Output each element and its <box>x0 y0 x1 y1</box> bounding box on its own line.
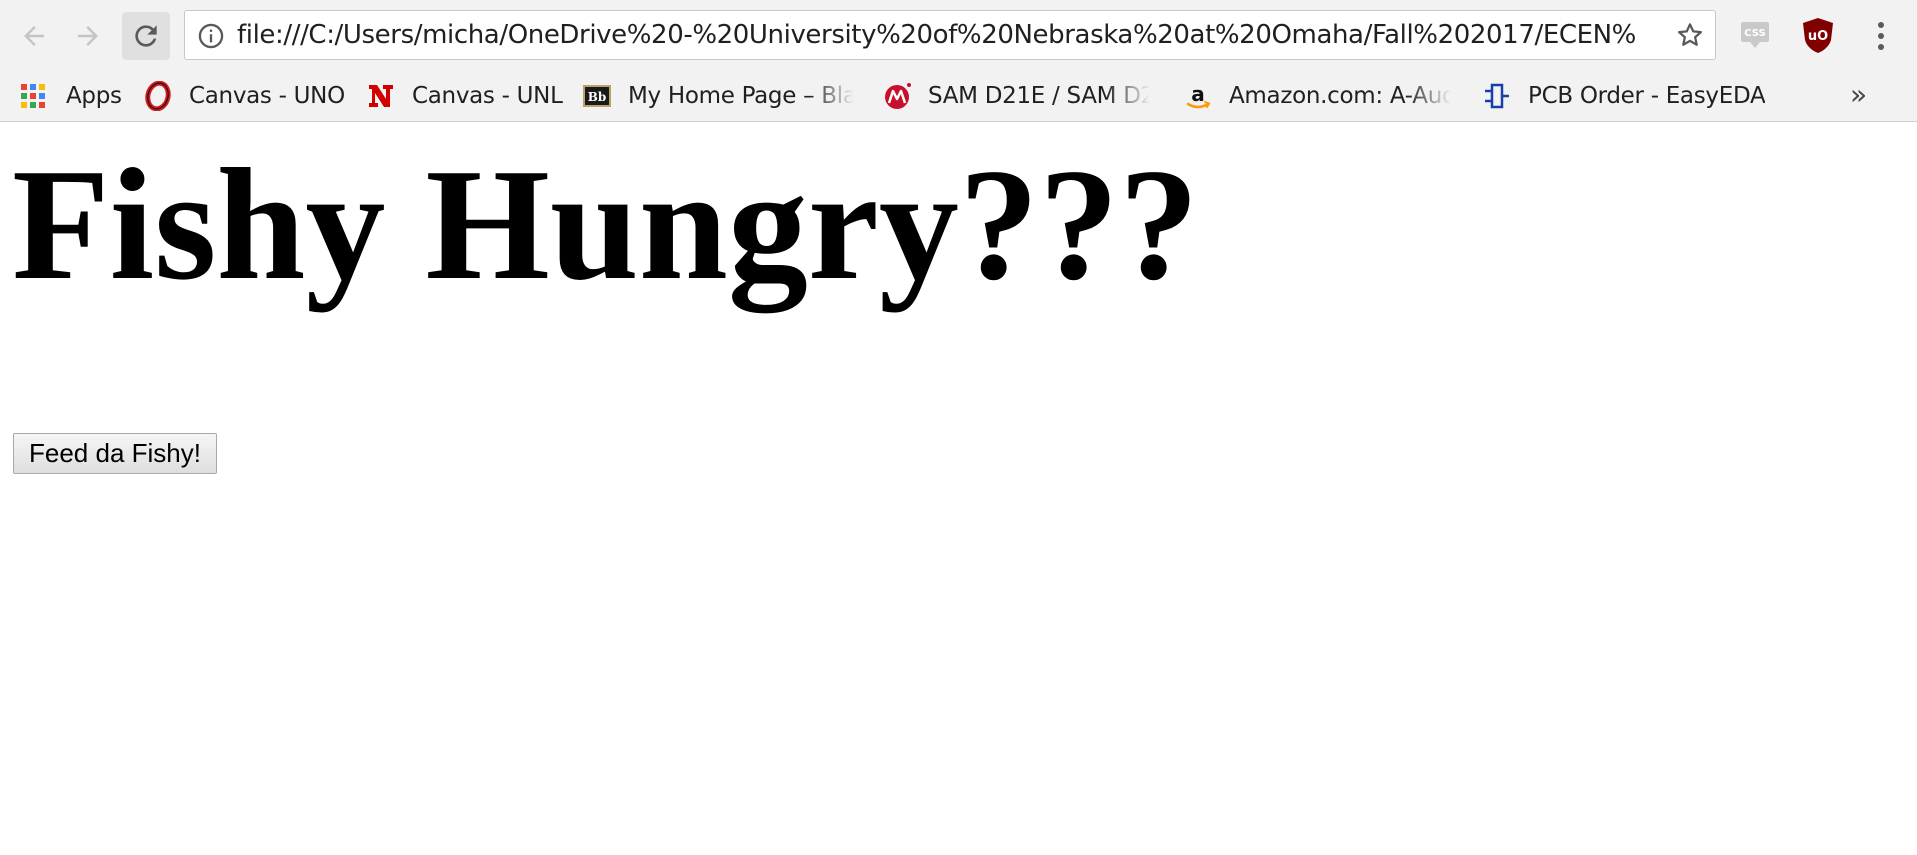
reload-button[interactable] <box>122 12 170 60</box>
uno-logo-icon <box>145 81 171 111</box>
blackboard-logo-icon: Bb <box>583 85 611 107</box>
page-content: Fishy Hungry??? Feed da Fishy! <box>0 122 1917 855</box>
browser-window: file:///C:/Users/micha/OneDrive%20-%20Un… <box>0 0 1917 855</box>
browser-toolbar: file:///C:/Users/micha/OneDrive%20-%20Un… <box>0 0 1917 72</box>
microchip-logo-icon <box>885 83 911 109</box>
three-dots-menu-icon[interactable] <box>1866 16 1896 56</box>
bookmark-amazon[interactable]: a Amazon.com: A-Audi <box>1183 72 1451 120</box>
address-bar[interactable]: file:///C:/Users/micha/OneDrive%20-%20Un… <box>184 10 1716 60</box>
css-extension-icon[interactable]: CSS <box>1738 18 1772 52</box>
feed-fishy-button[interactable]: Feed da Fishy! <box>13 433 217 474</box>
amazon-logo-icon: a <box>1186 82 1211 109</box>
bookmark-label: SAM D21E / SAM D2 <box>928 83 1150 109</box>
reload-icon <box>135 25 157 47</box>
forward-button[interactable] <box>64 12 112 60</box>
arrow-right-icon <box>78 26 98 46</box>
bookmarks-overflow-button[interactable]: » <box>1850 72 1867 120</box>
bookmark-label: Canvas - UNL <box>412 83 563 109</box>
svg-text:CSS: CSS <box>1744 28 1765 39</box>
bookmarks-bar: Apps Canvas - UNO Canvas - UNL Bb My Hom… <box>0 72 1917 122</box>
bookmark-microchip[interactable]: SAM D21E / SAM D2 <box>882 72 1150 120</box>
bookmark-canvas-uno[interactable]: Canvas - UNO <box>143 72 345 120</box>
page-heading: Fishy Hungry??? <box>12 135 1199 313</box>
bookmark-label: PCB Order - EasyEDA <box>1528 83 1766 109</box>
bookmark-canvas-unl[interactable]: Canvas - UNL <box>366 72 563 120</box>
svg-text:Bb: Bb <box>588 90 607 104</box>
svg-text:a: a <box>1191 82 1205 106</box>
url-text[interactable]: file:///C:/Users/micha/OneDrive%20-%20Un… <box>237 11 1637 59</box>
svg-text:uO: uO <box>1808 29 1828 44</box>
star-icon[interactable] <box>1675 20 1705 50</box>
bookmark-label: My Home Page – Blac <box>628 83 854 109</box>
bookmark-label: Apps <box>66 83 122 109</box>
ublock-origin-icon[interactable]: uO <box>1800 16 1836 54</box>
arrow-left-icon <box>24 26 44 46</box>
apps-grid-icon <box>21 84 45 108</box>
easyeda-logo-icon <box>1485 83 1509 109</box>
back-button[interactable] <box>10 12 58 60</box>
bookmark-blackboard[interactable]: Bb My Home Page – Blac <box>582 72 854 120</box>
info-icon[interactable] <box>197 22 225 50</box>
bookmark-easyeda[interactable]: PCB Order - EasyEDA <box>1482 72 1765 120</box>
bookmark-label: Canvas - UNO <box>189 83 345 109</box>
unl-logo-icon <box>369 85 393 107</box>
bookmark-apps[interactable]: Apps <box>18 72 122 120</box>
bookmark-label: Amazon.com: A-Audi <box>1229 83 1451 109</box>
